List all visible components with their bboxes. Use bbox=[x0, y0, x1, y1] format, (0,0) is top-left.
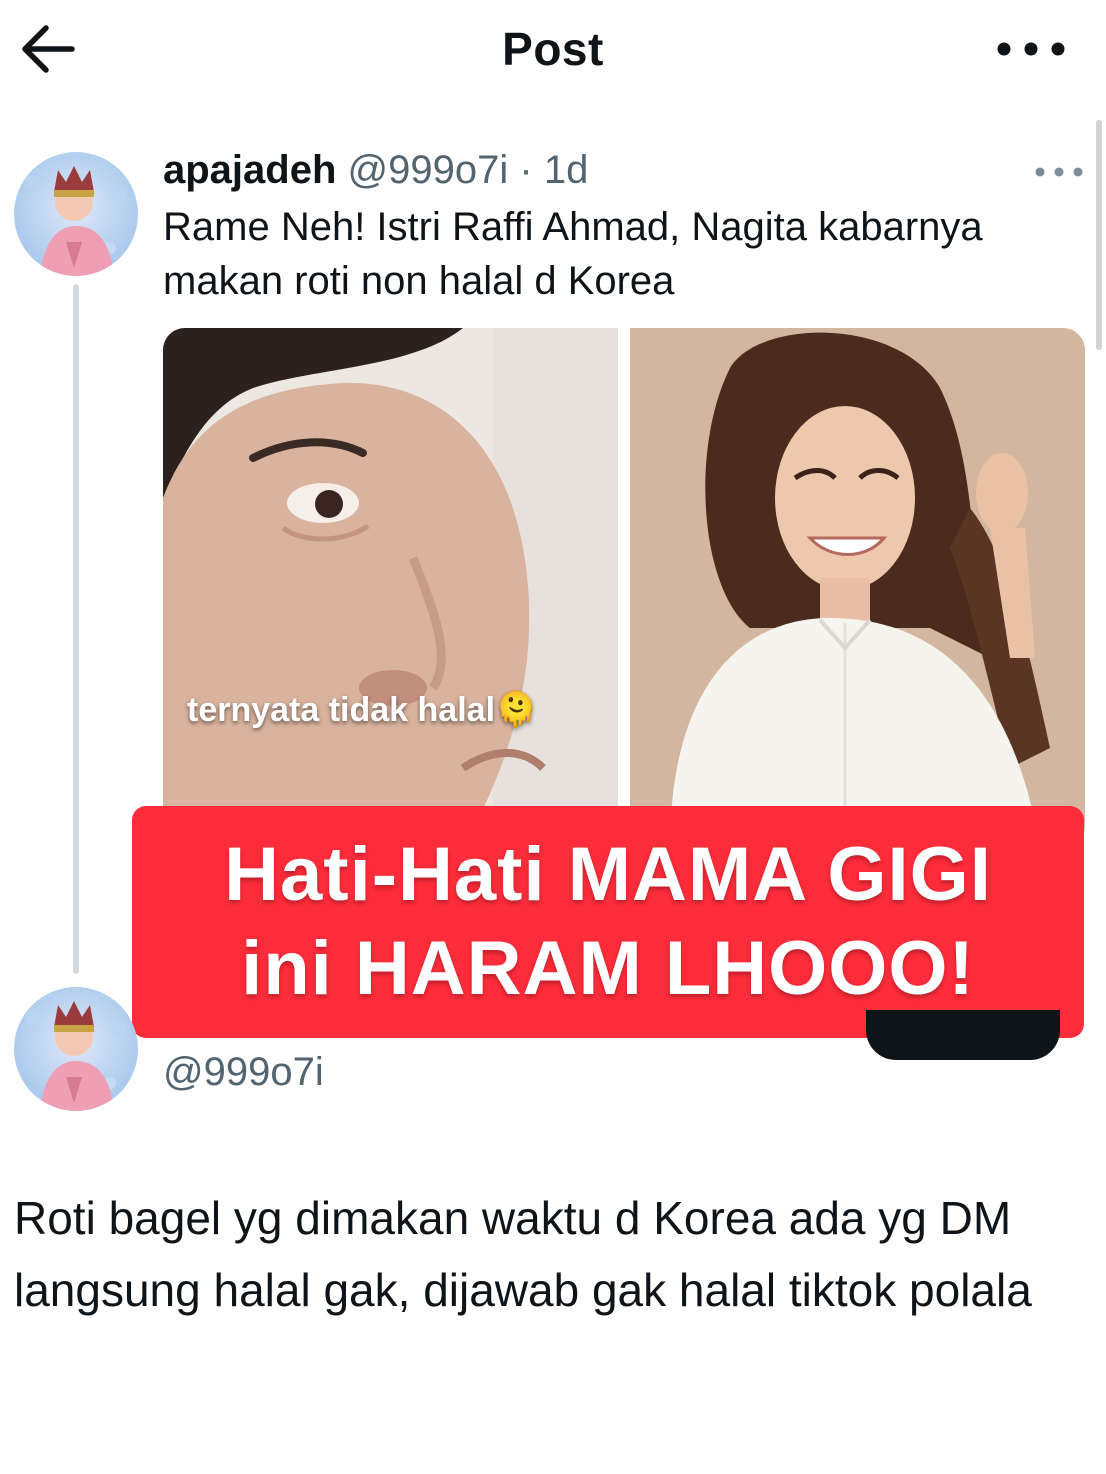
quoted-post-text: Rame Neh! Istri Raffi Ahmad, Nagita kaba… bbox=[163, 205, 983, 303]
avatar[interactable] bbox=[14, 987, 138, 1111]
more-horizontal-icon bbox=[997, 42, 1065, 56]
avatar[interactable] bbox=[14, 152, 138, 276]
post-header: apajadeh @999o7i · 1d bbox=[163, 146, 588, 194]
more-options-button[interactable] bbox=[996, 34, 1066, 64]
author-handle[interactable]: @999o7i bbox=[348, 148, 509, 192]
post-media[interactable]: ternyata tidak halal🫠 bbox=[163, 328, 1085, 848]
scrollbar[interactable] bbox=[1096, 120, 1102, 350]
more-horizontal-icon bbox=[1035, 167, 1083, 177]
banner-line-1: Hati-Hati MAMA GIGI bbox=[224, 832, 992, 917]
top-bar: Post bbox=[0, 0, 1106, 100]
author-name[interactable]: apajadeh bbox=[163, 148, 336, 192]
page-title: Post bbox=[502, 23, 604, 75]
post-more-button[interactable] bbox=[1034, 162, 1084, 182]
post-time[interactable]: 1d bbox=[544, 148, 589, 192]
meta-separator: · bbox=[519, 148, 533, 192]
banner-line-2: ini HARAM LHOOO! bbox=[241, 926, 975, 1011]
media-divider bbox=[618, 328, 630, 848]
media-image-left[interactable]: ternyata tidak halal🫠 bbox=[163, 328, 618, 848]
author-handle[interactable]: @999o7i bbox=[163, 1050, 324, 1095]
follow-button[interactable] bbox=[866, 1010, 1060, 1060]
main-post-text: Roti bagel yg dimakan waktu d Korea ada … bbox=[14, 1192, 1032, 1316]
thread-connector bbox=[73, 284, 79, 974]
media-caption: ternyata tidak halal🫠 bbox=[187, 691, 538, 729]
media-image-right[interactable] bbox=[630, 328, 1085, 848]
overlay-banner: Hati-Hati MAMA GIGI ini HARAM LHOOO! bbox=[132, 806, 1084, 1038]
